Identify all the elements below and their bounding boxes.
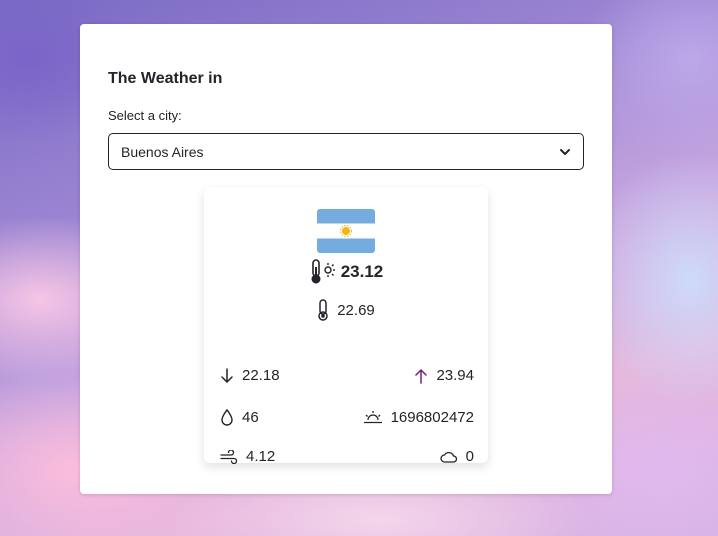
sunrise: 1696802472: [363, 409, 474, 426]
city-select[interactable]: Buenos Aires: [108, 133, 584, 170]
humidity: 46: [220, 408, 259, 426]
current-temperature: 23.12: [204, 259, 488, 285]
min-max-row: 22.18 23.94: [220, 367, 474, 384]
thermometer-icon: [317, 299, 329, 321]
wind-icon: [220, 449, 238, 464]
wind-value: 4.12: [246, 448, 276, 465]
weather-card: The Weather in Select a city: Buenos Air…: [80, 24, 612, 494]
feels-like-value: 22.69: [337, 301, 375, 319]
droplet-icon: [220, 408, 234, 426]
temp-min-value: 22.18: [242, 367, 280, 384]
arrow-up-icon: [414, 368, 428, 384]
temperature-value: 23.12: [340, 262, 384, 281]
thermometer-sun-icon: [309, 259, 337, 285]
temp-max: 23.94: [414, 367, 474, 384]
humidity-value: 46: [242, 408, 259, 426]
temp-min: 22.18: [220, 367, 280, 384]
city-select-value: Buenos Aires: [121, 143, 204, 160]
temp-max-value: 23.94: [436, 367, 474, 384]
chevron-down-icon: [559, 146, 571, 158]
argentina-flag-icon: [317, 209, 375, 253]
humidity-sunrise-row: 46 1696802472: [220, 408, 474, 426]
weather-details-box: 23.12 22.69 22.18 23.94 46 1696802472 4.…: [204, 187, 488, 465]
feels-like: 22.69: [204, 299, 488, 321]
city-select-label: Select a city:: [108, 108, 182, 123]
clouds-value: 0: [465, 448, 474, 465]
cloud-icon: [440, 451, 458, 463]
wind: 4.12: [220, 448, 275, 465]
sunrise-value: 1696802472: [390, 408, 474, 426]
clouds: 0: [440, 448, 474, 465]
page-title: The Weather in: [108, 70, 223, 87]
arrow-down-icon: [220, 367, 234, 384]
sunrise-icon: [363, 410, 383, 424]
wind-clouds-row: 4.12 0: [220, 448, 474, 465]
